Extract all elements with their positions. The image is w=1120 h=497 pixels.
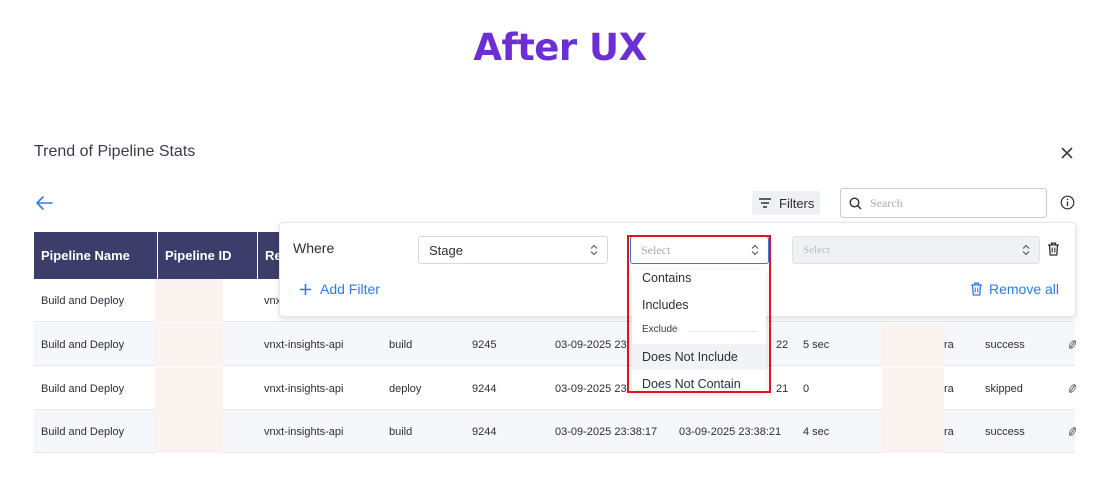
trash-icon: [971, 282, 982, 296]
table-row[interactable]: Build and Deploy vnxt-insights-api build…: [34, 323, 1077, 366]
cell-start-time: 03-09-2025 23: [555, 338, 627, 351]
search-box[interactable]: [840, 188, 1047, 218]
value-select-placeholder: Select: [803, 244, 830, 256]
redacted-user: [882, 323, 944, 366]
operator-select-placeholder: Select: [641, 242, 671, 257]
chevron-updown-icon: [751, 244, 759, 256]
menu-group-divider: [688, 331, 758, 332]
redacted-pipeline-id: [155, 323, 223, 366]
cell-stage: build: [389, 425, 413, 438]
cell-pipeline-name: Build and Deploy: [41, 338, 125, 351]
add-filter-button[interactable]: Add Filter: [299, 281, 380, 297]
cell-pipeline-name: Build and Deploy: [41, 382, 125, 395]
back-arrow-icon[interactable]: [34, 194, 54, 212]
where-label: Where: [293, 240, 335, 256]
cell-user: ra: [944, 338, 954, 351]
cell-user: ra: [944, 382, 954, 395]
link-icon[interactable]: [1067, 338, 1077, 350]
table-row[interactable]: Build and Deploy vnxt-insights-api build…: [34, 410, 1077, 453]
cell-start-time: 03-09-2025 23:38:17: [555, 425, 658, 438]
cell-duration: 0: [803, 382, 810, 395]
value-select[interactable]: Select: [792, 236, 1040, 264]
info-icon[interactable]: [1060, 195, 1075, 210]
filter-lines-icon: [759, 198, 771, 208]
column-header-pipeline-name[interactable]: Pipeline Name: [34, 232, 158, 279]
menu-item-does-not-contain[interactable]: Does Not Contain: [632, 371, 766, 391]
cell-duration: 4 sec: [803, 425, 830, 438]
menu-group-label: Exclude: [642, 324, 678, 335]
after-ux-title: After UX: [473, 26, 647, 69]
cell-stage: build: [389, 338, 413, 351]
table-header: Pipeline Name Pipeline ID Re: [34, 232, 282, 279]
redacted-user: [882, 367, 944, 410]
cell-pipeline-name: Build and Deploy: [41, 294, 125, 307]
table-row[interactable]: Build and Deploy vnxt-insights-api deplo…: [34, 367, 1077, 410]
cell-end-time: 22: [776, 338, 789, 351]
cell-stage: deploy: [389, 382, 422, 395]
chevron-updown-icon: [590, 244, 598, 256]
chevron-updown-icon: [1022, 244, 1030, 256]
cell-user: ra: [944, 425, 954, 438]
cell-end-time: 21: [776, 382, 789, 395]
menu-item-includes[interactable]: Includes: [632, 292, 766, 318]
menu-item-does-not-include[interactable]: Does Not Include: [632, 344, 766, 370]
field-select-value: Stage: [429, 242, 463, 258]
operator-select[interactable]: Select: [630, 236, 769, 264]
cell-run: 9244: [472, 382, 497, 395]
link-icon[interactable]: [1067, 382, 1077, 394]
redacted-pipeline-id: [155, 410, 223, 453]
redacted-pipeline-id: [155, 279, 223, 322]
field-select[interactable]: Stage: [418, 236, 608, 264]
cell-run: 9244: [472, 425, 497, 438]
filters-label: Filters: [779, 195, 815, 211]
cell-status: skipped: [985, 382, 1023, 395]
column-header-repo[interactable]: Re: [258, 232, 282, 279]
filters-button[interactable]: Filters: [752, 191, 820, 215]
menu-item-contains[interactable]: Contains: [632, 270, 766, 291]
cell-duration: 5 sec: [803, 338, 830, 351]
column-header-pipeline-id[interactable]: Pipeline ID: [158, 232, 258, 279]
delete-filter-trash-icon[interactable]: [1047, 242, 1060, 256]
cell-status: success: [985, 425, 1025, 438]
cell-run: 9245: [472, 338, 497, 351]
cell-pipeline-name: Build and Deploy: [41, 425, 125, 438]
redacted-pipeline-id: [155, 367, 223, 410]
panel-title: Trend of Pipeline Stats: [34, 143, 196, 160]
cell-repo: vnxt-insights-api: [264, 382, 344, 395]
cell-start-time: 03-09-2025 23: [555, 382, 627, 395]
cell-end-time: 03-09-2025 23:38:21: [679, 425, 782, 438]
remove-all-button[interactable]: Remove all: [970, 281, 1059, 297]
add-filter-label: Add Filter: [320, 281, 380, 297]
plus-icon: [300, 283, 311, 295]
cell-repo: vnxt-insights-api: [264, 338, 344, 351]
search-input[interactable]: [870, 195, 1030, 211]
redacted-user: [882, 410, 944, 453]
cell-repo: vnxt-insights-api: [264, 425, 344, 438]
operator-dropdown-menu: Contains Includes Exclude Does Not Inclu…: [632, 270, 766, 391]
remove-all-label: Remove all: [989, 281, 1060, 297]
search-icon: [849, 196, 862, 209]
menu-group-exclude: Exclude: [642, 324, 758, 335]
cell-status: success: [985, 338, 1025, 351]
close-icon[interactable]: [1058, 144, 1076, 162]
link-icon[interactable]: [1067, 425, 1077, 437]
